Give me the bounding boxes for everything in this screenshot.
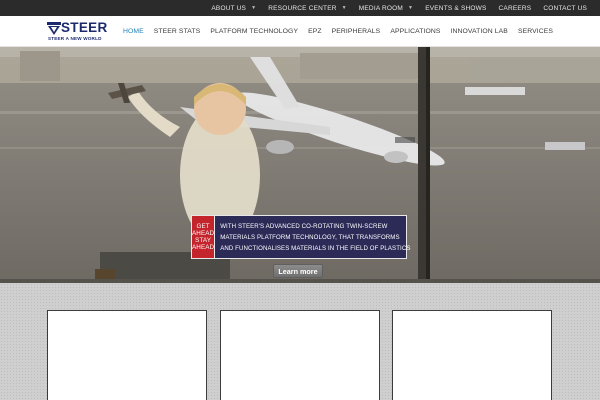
logo-tagline: STEER A NEW WORLD <box>48 36 102 41</box>
main-nav: HOME STEER STATS PLATFORM TECHNOLOGY EPZ… <box>118 16 558 47</box>
steer-logo-icon <box>47 22 61 35</box>
utility-item-media-room[interactable]: MEDIA ROOM ▼ <box>353 5 419 12</box>
nav-item-applications[interactable]: APPLICATIONS <box>385 28 445 35</box>
nav-item-services[interactable]: SERVICES <box>513 28 558 35</box>
hero-cta-panel: GET AHEAD STAY AHEAD WITH STEER'S ADVANC… <box>191 215 410 259</box>
get-ahead-badge: GET AHEAD STAY AHEAD <box>192 216 216 258</box>
utility-item-resource-center[interactable]: RESOURCE CENTER ▼ <box>262 5 353 12</box>
chevron-down-icon: ▼ <box>251 5 257 11</box>
hero-banner: GET AHEAD STAY AHEAD WITH STEER'S ADVANC… <box>0 47 600 283</box>
utility-bar: ABOUT US ▼ RESOURCE CENTER ▼ MEDIA ROOM ▼ E… <box>0 0 600 16</box>
utility-menu: ABOUT US ▼ RESOURCE CENTER ▼ MEDIA ROOM ▼ E… <box>0 0 600 16</box>
nav-item-epz[interactable]: EPZ <box>303 28 327 35</box>
utility-item-about-us[interactable]: ABOUT US ▼ <box>205 5 262 12</box>
steer-logo[interactable]: STEER STEER A NEW WORLD <box>47 20 117 43</box>
chevron-down-icon: ▼ <box>408 5 414 11</box>
nav-item-platform-technology[interactable]: PLATFORM TECHNOLOGY <box>205 28 303 35</box>
feature-card[interactable] <box>220 310 380 400</box>
feature-card[interactable] <box>47 310 207 400</box>
nav-item-home[interactable]: HOME <box>118 28 149 35</box>
nav-item-steer-stats[interactable]: STEER STATS <box>149 28 206 35</box>
utility-item-contact-us[interactable]: CONTACT US <box>537 5 593 12</box>
nav-item-innovation-lab[interactable]: INNOVATION LAB <box>446 28 513 35</box>
nav-item-peripherals[interactable]: PERIPHERALS <box>327 28 386 35</box>
chevron-down-icon: ▼ <box>341 5 347 11</box>
hero-description: WITH STEER'S ADVANCED CO-ROTATING TWIN-S… <box>220 222 411 252</box>
site-header: STEER STEER A NEW WORLD HOME STEER STATS… <box>0 16 600 47</box>
content-section <box>0 283 600 400</box>
learn-more-button[interactable]: Learn more <box>273 264 323 278</box>
utility-item-careers[interactable]: CAREERS <box>493 5 538 12</box>
feature-card[interactable] <box>392 310 552 400</box>
utility-item-events-shows[interactable]: EVENTS & SHOWS <box>419 5 492 12</box>
logo-wordmark: STEER <box>61 20 108 35</box>
